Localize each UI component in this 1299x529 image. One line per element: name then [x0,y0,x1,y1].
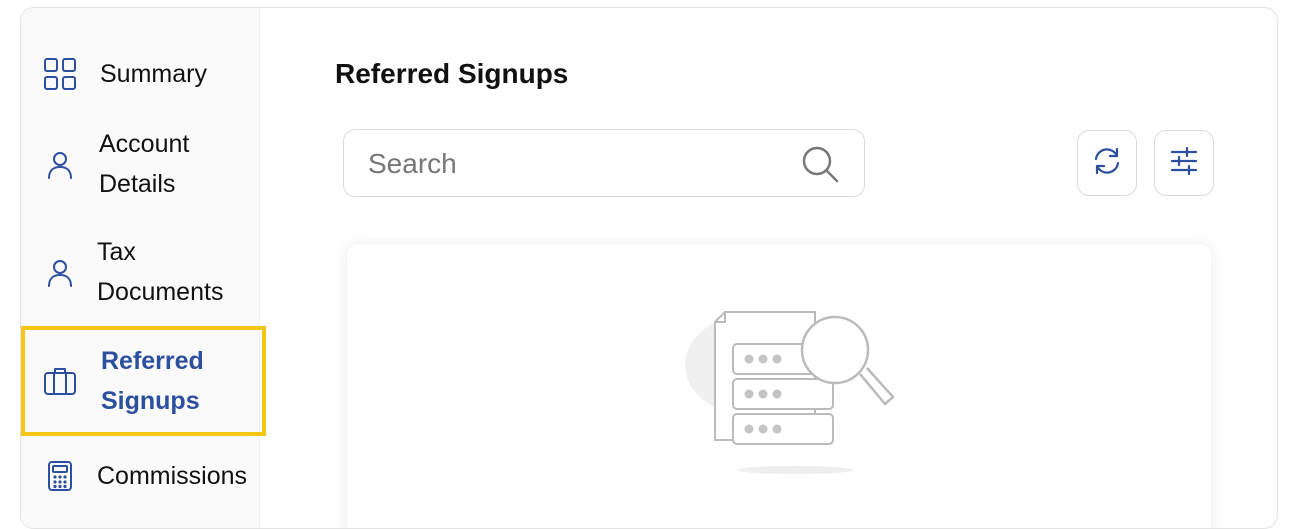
refresh-button[interactable] [1077,130,1137,196]
user-icon [43,148,77,182]
sidebar-item-account-details[interactable]: Account Details [21,122,259,202]
sidebar: Summary Account Details Tax Documents Re… [21,8,266,528]
search-icon[interactable] [800,144,840,184]
sidebar-item-tax-documents[interactable]: Tax Documents [21,230,259,310]
search-box[interactable] [343,129,865,197]
sidebar-item-label: Tax Documents [97,238,224,306]
sidebar-item-label: Commissions [97,462,248,490]
sidebar-item-label: Account Details [99,130,190,198]
sidebar-item-summary[interactable]: Summary [21,46,259,102]
main-card: Summary Account Details Tax Documents Re… [20,7,1278,529]
results-panel [347,244,1211,528]
sidebar-item-commissions[interactable]: Commissions [21,448,281,504]
search-input[interactable] [366,144,790,184]
calculator-icon [43,459,77,493]
user-icon [43,256,77,290]
refresh-icon [1091,145,1123,182]
sliders-icon [1169,146,1199,181]
briefcase-icon [43,364,77,398]
sidebar-item-label: Summary [100,60,207,88]
filter-button[interactable] [1154,130,1214,196]
sidebar-item-label: Referred Signups [101,347,204,415]
no-data-search-icon [675,310,905,475]
grid-icon [43,57,77,91]
sidebar-item-referred-signups[interactable]: Referred Signups [21,326,266,436]
page-title: Referred Signups [335,58,569,89]
